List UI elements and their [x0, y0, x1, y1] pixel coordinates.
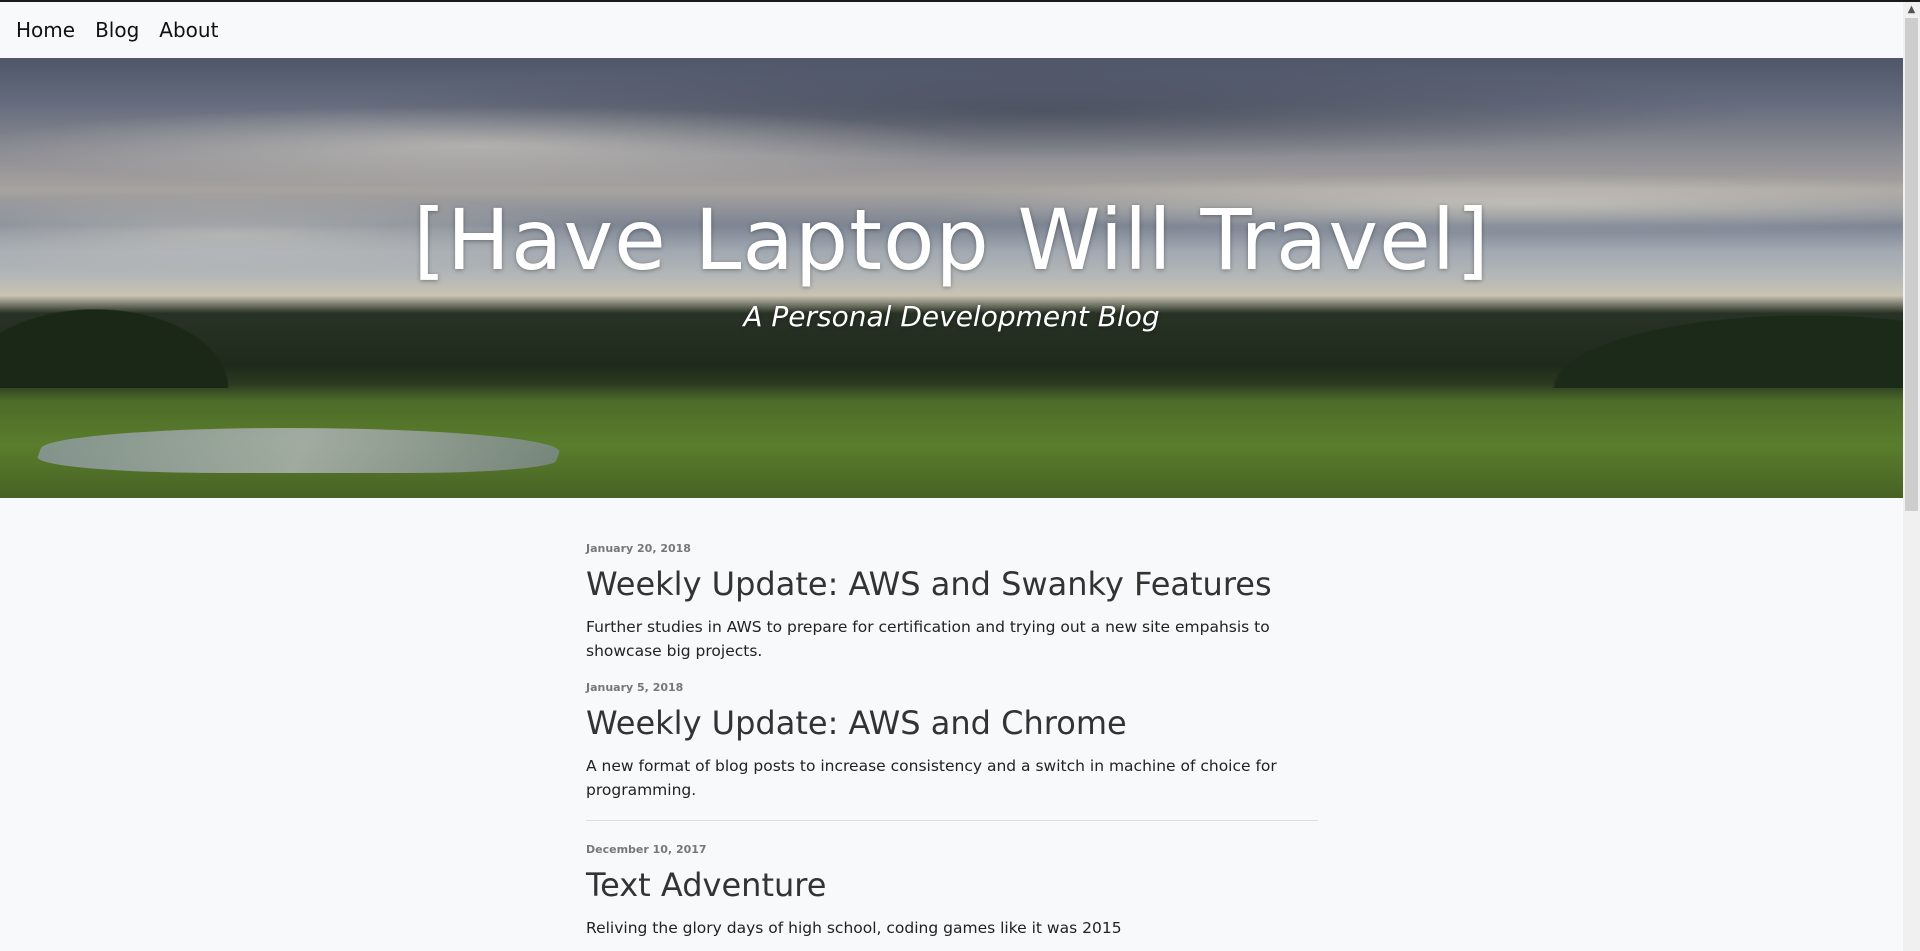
divider [586, 820, 1318, 821]
post-title-link[interactable]: Weekly Update: AWS and Swanky Features [586, 565, 1318, 603]
hero-background-river [31, 428, 569, 473]
vertical-scrollbar[interactable]: ▲ [1903, 2, 1920, 951]
chevron-up-icon[interactable]: ▲ [1903, 2, 1920, 18]
post-list: January 20, 2018 Weekly Update: AWS and … [586, 542, 1318, 951]
post-item: January 20, 2018 Weekly Update: AWS and … [586, 542, 1318, 663]
hero-text: [Have Laptop Will Travel] A Personal Dev… [0, 198, 1903, 333]
post-item: December 10, 2017 Text Adventure Relivin… [586, 843, 1318, 940]
hero-banner: [Have Laptop Will Travel] A Personal Dev… [0, 58, 1903, 498]
post-date: December 10, 2017 [586, 843, 707, 856]
page: Home Blog About [Have Laptop Will Travel… [0, 2, 1903, 951]
post-item: January 5, 2018 Weekly Update: AWS and C… [586, 681, 1318, 802]
top-nav: Home Blog About [0, 2, 1903, 58]
post-title-link[interactable]: Text Adventure [586, 866, 1318, 904]
scrollbar-thumb[interactable] [1905, 18, 1918, 511]
post-excerpt: Further studies in AWS to prepare for ce… [586, 618, 1270, 660]
post-title-link[interactable]: Weekly Update: AWS and Chrome [586, 704, 1318, 742]
post-date: January 20, 2018 [586, 542, 691, 555]
post-excerpt: A new format of blog posts to increase c… [586, 757, 1277, 799]
post-date: January 5, 2018 [586, 681, 684, 694]
nav-about[interactable]: About [159, 18, 218, 42]
nav-home[interactable]: Home [16, 18, 75, 42]
nav-blog[interactable]: Blog [95, 18, 139, 42]
post-excerpt: Reliving the glory days of high school, … [586, 919, 1122, 937]
site-title: [Have Laptop Will Travel] [413, 191, 1490, 289]
site-subtitle: A Personal Development Blog [743, 300, 1160, 333]
